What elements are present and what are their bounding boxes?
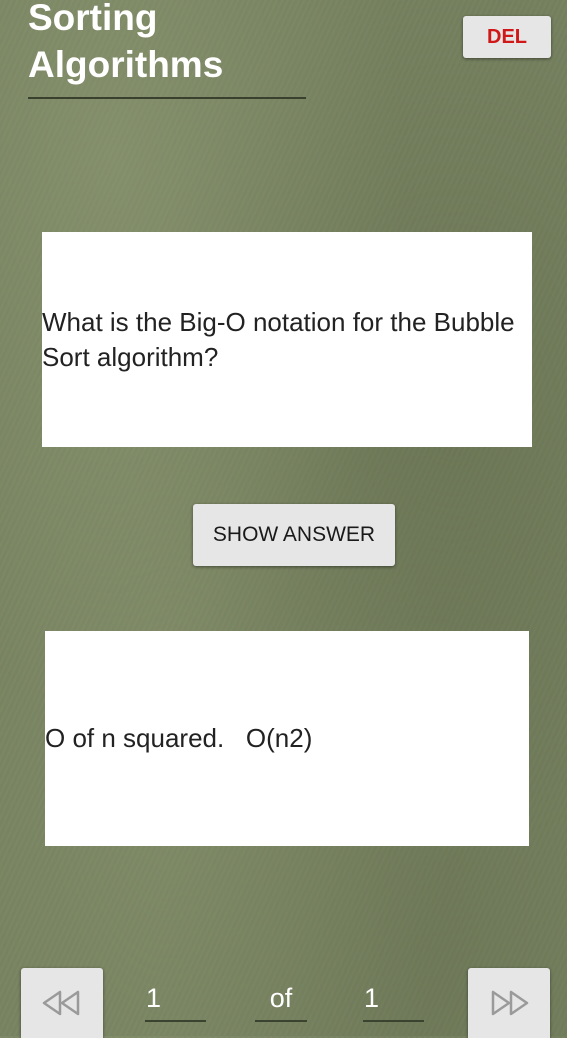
next-card-button[interactable] bbox=[468, 968, 550, 1038]
answer-text: O of n squared. O(n2) bbox=[45, 723, 313, 753]
title-divider bbox=[28, 97, 306, 99]
fast-forward-icon bbox=[491, 990, 529, 1016]
deck-title: Sorting Algorithms bbox=[28, 0, 224, 85]
previous-card-button[interactable] bbox=[21, 968, 103, 1038]
answer-card: O of n squared. O(n2) bbox=[45, 631, 529, 846]
show-answer-button[interactable]: SHOW ANSWER bbox=[193, 504, 395, 566]
rewind-icon bbox=[42, 990, 80, 1016]
current-card-number[interactable]: 1 bbox=[145, 976, 206, 1022]
pager-of-label: of bbox=[255, 976, 307, 1022]
question-card: What is the Big-O notation for the Bubbl… bbox=[42, 232, 532, 447]
total-card-count: 1 bbox=[363, 976, 424, 1022]
delete-button[interactable]: DEL bbox=[463, 16, 551, 58]
question-text: What is the Big-O notation for the Bubbl… bbox=[42, 306, 522, 372]
